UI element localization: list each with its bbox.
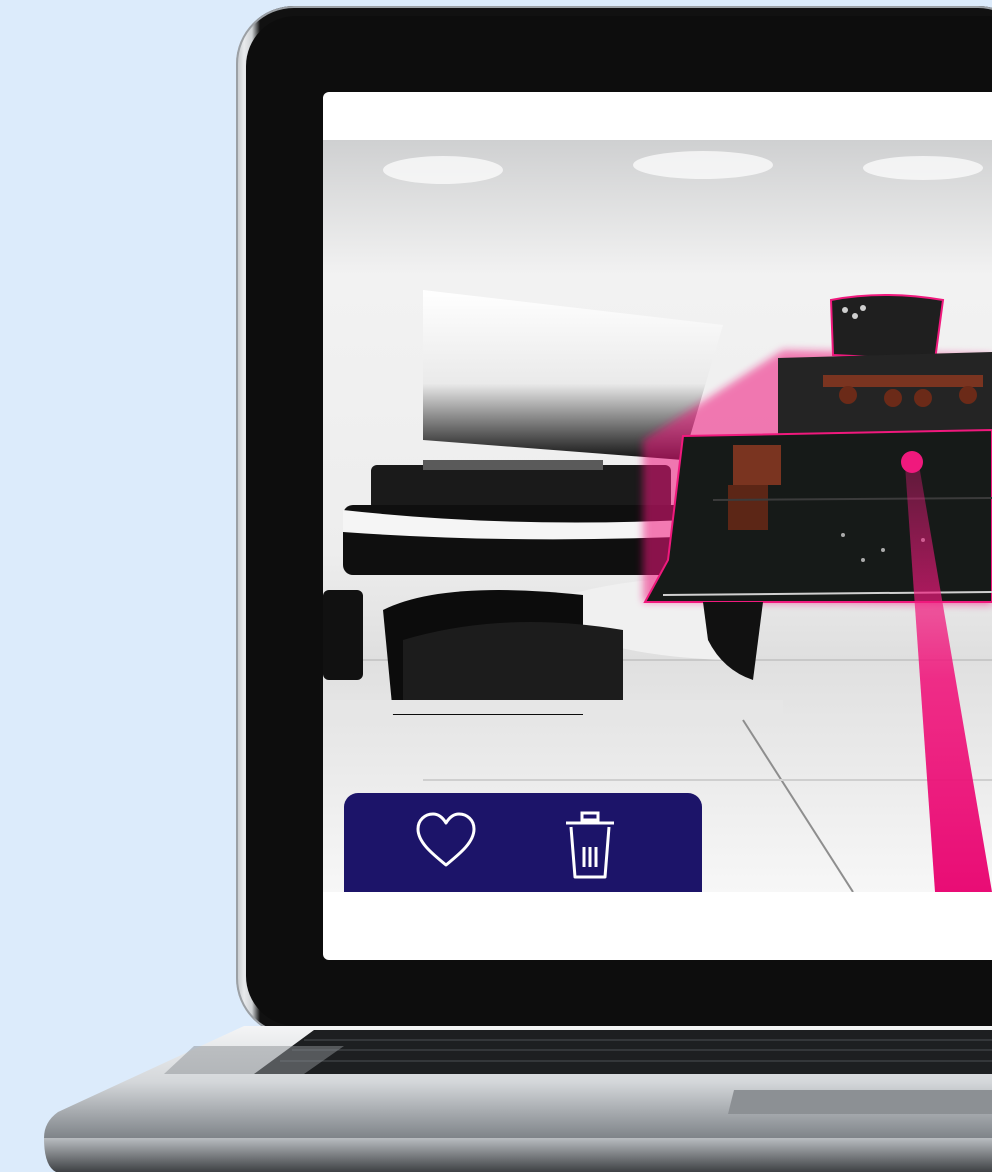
laptop-base <box>44 1026 992 1172</box>
laptop-screen <box>323 92 992 960</box>
trash-icon <box>566 811 614 879</box>
scene-illustration <box>323 151 992 892</box>
delete-button[interactable] <box>562 811 632 879</box>
favorite-button[interactable] <box>414 811 484 877</box>
heart-icon <box>416 812 476 867</box>
ar-scene <box>323 140 992 892</box>
action-toolbar <box>344 793 702 892</box>
